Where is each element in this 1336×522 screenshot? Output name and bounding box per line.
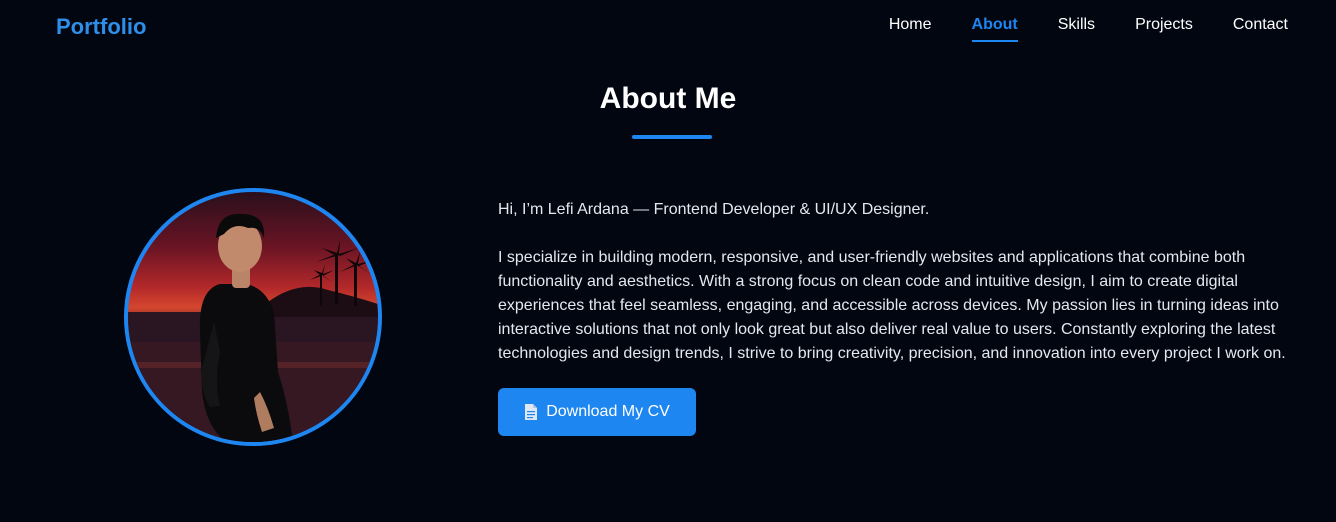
download-cv-label: Download My CV xyxy=(546,403,670,420)
about-text: Hi, I’m Lefi Ardana — Frontend Developer… xyxy=(498,198,1298,366)
section-title: About Me xyxy=(599,82,737,115)
profile-photo-illustration xyxy=(128,213,378,442)
nav-link-about[interactable]: About xyxy=(971,16,1018,42)
navbar: Portfolio Home About Skills Projects Con… xyxy=(0,0,1336,52)
document-icon xyxy=(525,404,538,420)
profile-photo xyxy=(124,188,382,446)
title-underline xyxy=(632,135,712,139)
nav-link-skills[interactable]: Skills xyxy=(1058,16,1095,40)
about-intro: Hi, I’m Lefi Ardana — Frontend Developer… xyxy=(498,201,930,218)
nav-link-contact[interactable]: Contact xyxy=(1233,16,1288,40)
nav-links: Home About Skills Projects Contact xyxy=(849,16,1288,42)
nav-link-projects[interactable]: Projects xyxy=(1135,16,1193,40)
about-body: I specialize in building modern, respons… xyxy=(498,249,1286,362)
hill-shape xyxy=(268,286,378,317)
brand-logo[interactable]: Portfolio xyxy=(56,14,146,40)
download-cv-button[interactable]: Download My CV xyxy=(498,388,696,436)
nav-link-home[interactable]: Home xyxy=(889,16,932,40)
